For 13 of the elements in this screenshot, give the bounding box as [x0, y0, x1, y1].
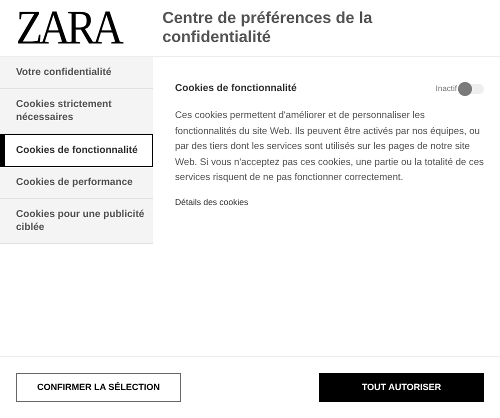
sidebar-item[interactable]: Votre confidentialité — [0, 57, 153, 89]
sidebar-item[interactable]: Cookies de performance — [0, 167, 153, 199]
allow-all-button[interactable]: TOUT AUTORISER — [319, 373, 484, 402]
toggle-switch[interactable] — [460, 84, 484, 94]
confirm-selection-button[interactable]: CONFIRMER LA SÉLECTION — [16, 373, 181, 402]
sidebar-item[interactable]: Cookies pour une publicité ciblée — [0, 199, 153, 244]
description-text: Ces cookies permettent d'améliorer et de personnaliser les fonctionnalités du site Web. Ils peuvent être activés par nos équipes, ou par des tiers dont les services sont utilisés sur les pages de notre site Web. Si vous n'acceptez pas ces cookies, une partie ou la totalité de ces services risquent de ne pas fonctionner correctement. — [175, 109, 484, 185]
dialog-title: Centre de préférences de la confidentialité — [161, 9, 374, 47]
toggle-label: Inactif — [436, 82, 457, 94]
section-heading: Cookies de fonctionnalité — [175, 82, 297, 96]
cookie-details-link[interactable]: Détails des cookies — [175, 196, 484, 208]
logo: ZARA — [16, 4, 120, 52]
sidebar-item[interactable]: Cookies de fonctionnalité — [0, 134, 153, 167]
